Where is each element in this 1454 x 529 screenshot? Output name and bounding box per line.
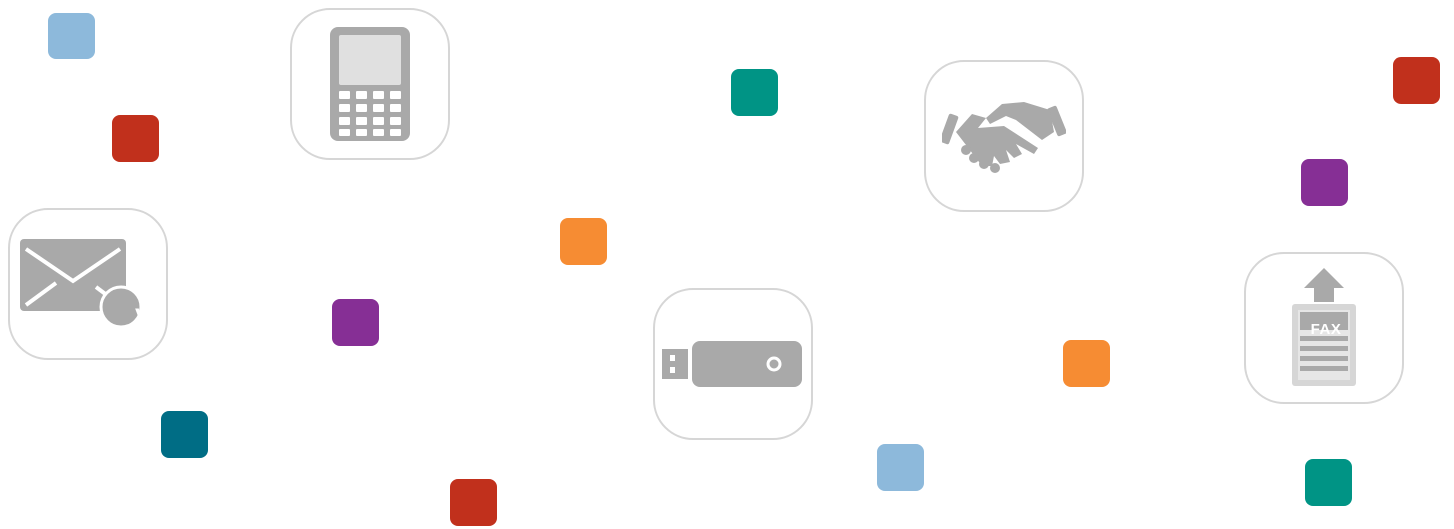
handshake-icon [942,102,1066,173]
calculator-icon [330,27,410,141]
color-tile-teal [731,69,778,116]
color-tile-red [450,479,497,526]
usb-drive-card [653,288,813,440]
color-tile-orange [560,218,607,265]
color-tile-red [1393,57,1440,104]
fax-label: FAX [1310,321,1342,338]
color-tile-dark-teal [161,411,208,458]
fax-card: FAX [1244,252,1404,404]
color-tile-purple [332,299,379,346]
color-tile-light-blue [48,13,95,59]
email-card: V [8,208,168,360]
color-tile-teal [1305,459,1352,506]
handshake-card [924,60,1084,212]
calculator-card [290,8,450,160]
usb-drive-icon [662,341,802,387]
verified-badge-letter: V [134,304,151,331]
color-tile-light-blue [877,444,924,491]
color-tile-orange [1063,340,1110,387]
color-tile-red [112,115,159,162]
color-tile-purple [1301,159,1348,206]
